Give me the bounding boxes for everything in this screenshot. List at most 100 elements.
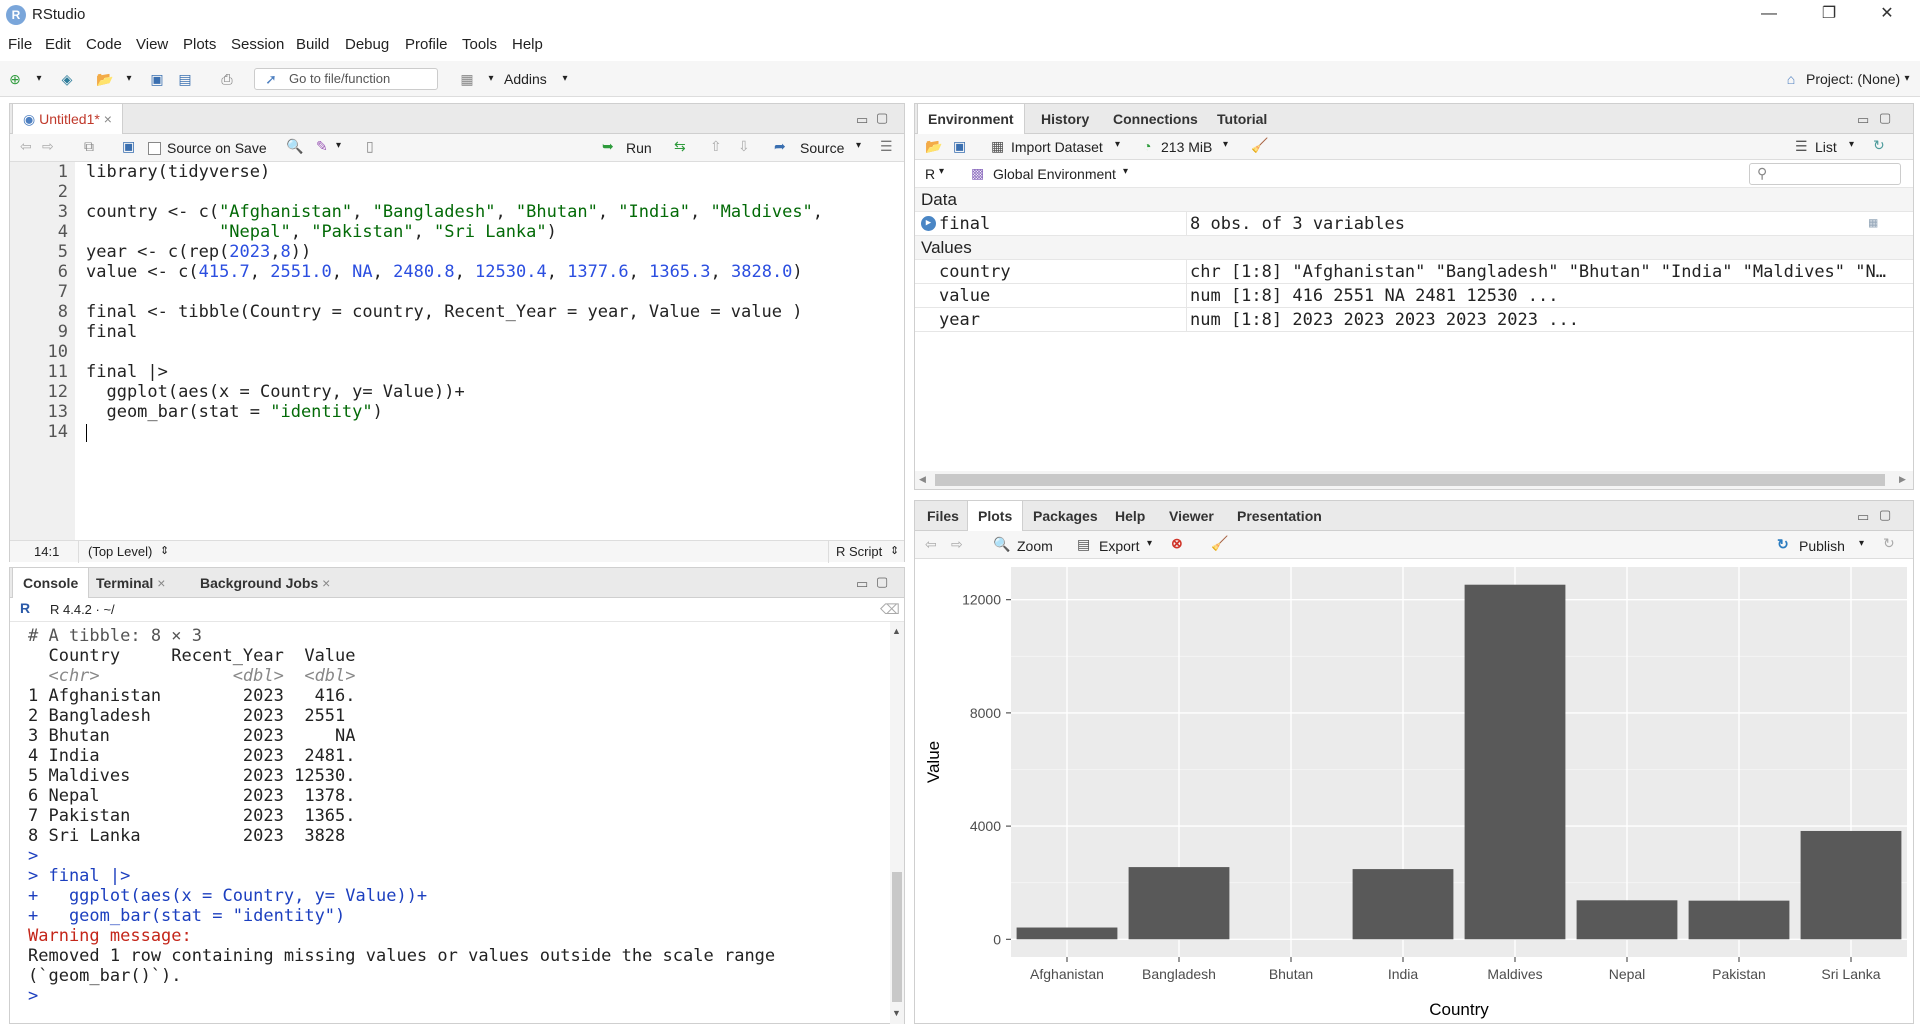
close-tab-icon[interactable]: × xyxy=(153,575,165,591)
minimize-pane-icon[interactable]: ▭ xyxy=(856,112,868,128)
code-tools-wand-icon[interactable]: ✎ xyxy=(316,138,328,155)
export-button[interactable]: Export xyxy=(1099,538,1139,554)
document-outline-icon[interactable]: ☰ xyxy=(880,138,893,155)
tab-background-jobs[interactable]: Background Jobs × xyxy=(190,568,340,598)
zoom-button[interactable]: Zoom xyxy=(1017,538,1053,554)
tab-untitled1[interactable]: ◉ Untitled1* × xyxy=(12,104,123,135)
save-file-icon[interactable]: ▣ xyxy=(122,138,135,155)
menu-profile[interactable]: Profile xyxy=(405,36,448,53)
console-scrollbar[interactable]: ▲ ▼ xyxy=(890,622,904,1024)
file-type-selector[interactable]: R Script xyxy=(836,544,882,559)
close-button[interactable]: ✕ xyxy=(1864,0,1910,30)
scroll-up-icon[interactable]: ▲ xyxy=(892,626,901,636)
save-all-icon[interactable]: ▤ xyxy=(176,70,194,88)
environment-dropdown-icon[interactable]: ▾ xyxy=(1123,166,1128,177)
code-editor[interactable]: library(tidyverse) country <- c("Afghani… xyxy=(10,162,890,540)
menu-edit[interactable]: Edit xyxy=(45,36,71,53)
tab-packages[interactable]: Packages xyxy=(1023,501,1108,531)
clear-console-broom-icon[interactable]: ⌫ xyxy=(880,601,900,618)
source-dropdown-icon[interactable]: ▾ xyxy=(856,140,861,151)
next-plot-icon[interactable]: ⇨ xyxy=(951,536,963,553)
minimize-pane-icon[interactable]: ▭ xyxy=(1857,509,1869,525)
tab-help[interactable]: Help xyxy=(1105,501,1155,531)
env-row-year[interactable]: year num [1:8] 2023 2023 2023 2023 2023 … xyxy=(915,308,1913,332)
tab-environment[interactable]: Environment xyxy=(917,104,1025,135)
open-file-icon[interactable]: 📂 xyxy=(96,70,114,88)
import-dropdown-icon[interactable]: ▾ xyxy=(1115,139,1120,150)
new-project-icon[interactable]: ◈ xyxy=(58,70,76,88)
memory-dropdown-icon[interactable]: ▾ xyxy=(1223,139,1228,150)
tab-viewer[interactable]: Viewer xyxy=(1159,501,1224,531)
environment-selector[interactable]: Global Environment xyxy=(993,166,1116,182)
close-tab-icon[interactable]: × xyxy=(318,575,330,591)
minimize-button[interactable]: — xyxy=(1746,0,1792,30)
env-row-final[interactable]: ▶ final 8 obs. of 3 variables ▦ xyxy=(915,212,1913,236)
new-file-icon[interactable]: ⊕ xyxy=(6,70,24,88)
maximize-pane-icon[interactable]: ▢ xyxy=(1879,507,1891,523)
prev-plot-icon[interactable]: ⇦ xyxy=(925,536,937,553)
pane-layout-icon[interactable]: ▦ xyxy=(458,70,476,88)
minimize-pane-icon[interactable]: ▭ xyxy=(1857,112,1869,128)
menu-help[interactable]: Help xyxy=(512,36,543,53)
save-workspace-icon[interactable]: ▣ xyxy=(953,138,966,155)
source-on-save-checkbox[interactable] xyxy=(148,142,161,155)
tab-history[interactable]: History xyxy=(1031,104,1099,134)
expand-data-icon[interactable]: ▶ xyxy=(921,216,936,231)
prev-section-icon[interactable]: ⇧ xyxy=(710,138,722,155)
scope-selector[interactable]: (Top Level) xyxy=(88,544,152,559)
restore-button[interactable]: ❐ xyxy=(1806,0,1852,30)
menu-build[interactable]: Build xyxy=(296,36,329,53)
memory-usage[interactable]: 213 MiB xyxy=(1161,139,1212,155)
publish-dropdown-icon[interactable]: ▾ xyxy=(1859,538,1864,549)
maximize-pane-icon[interactable]: ▢ xyxy=(876,110,888,126)
menu-tools[interactable]: Tools xyxy=(462,36,497,53)
compile-report-icon[interactable]: ▯ xyxy=(366,138,374,155)
source-button[interactable]: Source xyxy=(800,140,844,156)
view-mode-dropdown-icon[interactable]: ▾ xyxy=(1849,139,1854,150)
go-to-file-input[interactable]: Go to file/function xyxy=(254,68,438,90)
minimize-pane-icon[interactable]: ▭ xyxy=(856,576,868,592)
env-row-value[interactable]: value num [1:8] 416 2551 NA 2481 12530 .… xyxy=(915,284,1913,308)
find-icon[interactable]: 🔍 xyxy=(286,138,303,155)
tab-presentation[interactable]: Presentation xyxy=(1227,501,1332,531)
layout-dropdown-icon[interactable]: ▾ xyxy=(482,70,500,88)
scroll-thumb[interactable] xyxy=(892,872,902,1002)
clear-plots-broom-icon[interactable]: 🧹 xyxy=(1211,535,1228,552)
addins-menu[interactable]: Addins xyxy=(504,71,547,87)
scroll-thumb[interactable] xyxy=(935,474,1885,486)
tab-files[interactable]: Files xyxy=(917,501,969,531)
project-dropdown-icon[interactable]: ▾ xyxy=(1898,70,1916,88)
rerun-icon[interactable]: ⇆ xyxy=(674,138,686,155)
maximize-pane-icon[interactable]: ▢ xyxy=(1879,110,1891,126)
load-workspace-icon[interactable]: 📂 xyxy=(925,138,942,155)
back-arrow-icon[interactable]: ⇦ xyxy=(20,138,32,155)
scroll-right-icon[interactable]: ▶ xyxy=(1899,474,1906,485)
view-mode-selector[interactable]: List xyxy=(1815,139,1837,155)
next-section-icon[interactable]: ⇩ xyxy=(738,138,750,155)
new-file-dropdown-icon[interactable]: ▾ xyxy=(30,70,48,88)
show-in-window-icon[interactable]: ⧉ xyxy=(84,138,94,155)
forward-arrow-icon[interactable]: ⇨ xyxy=(42,138,54,155)
run-button[interactable]: Run xyxy=(626,140,652,156)
close-tab-icon[interactable]: × xyxy=(100,111,112,127)
export-dropdown-icon[interactable]: ▾ xyxy=(1147,538,1152,549)
tab-terminal[interactable]: Terminal × xyxy=(86,568,175,598)
scope-updown-icon[interactable]: ⇕ xyxy=(160,544,169,557)
console-prompt[interactable]: > xyxy=(28,986,38,1006)
environment-h-scrollbar[interactable]: ◀ ▶ xyxy=(915,471,1913,489)
tab-connections[interactable]: Connections xyxy=(1103,104,1208,134)
view-table-icon[interactable]: ▦ xyxy=(1869,215,1877,231)
menu-code[interactable]: Code xyxy=(86,36,122,53)
menu-view[interactable]: View xyxy=(136,36,168,53)
console-output[interactable]: # A tibble: 8 × 3 Country Recent_Year Va… xyxy=(10,622,890,1024)
tab-tutorial[interactable]: Tutorial xyxy=(1207,104,1277,134)
language-selector[interactable]: R xyxy=(925,166,935,182)
tab-plots[interactable]: Plots xyxy=(967,501,1024,532)
code-tools-dropdown-icon[interactable]: ▾ xyxy=(336,140,341,151)
scroll-down-icon[interactable]: ▼ xyxy=(892,1008,901,1018)
remove-plot-icon[interactable]: ⊗ xyxy=(1171,535,1183,552)
print-icon[interactable]: ⎙ xyxy=(218,70,236,88)
addins-dropdown-icon[interactable]: ▾ xyxy=(556,70,574,88)
menu-session[interactable]: Session xyxy=(231,36,284,53)
refresh-icon[interactable]: ↻ xyxy=(1873,137,1885,154)
